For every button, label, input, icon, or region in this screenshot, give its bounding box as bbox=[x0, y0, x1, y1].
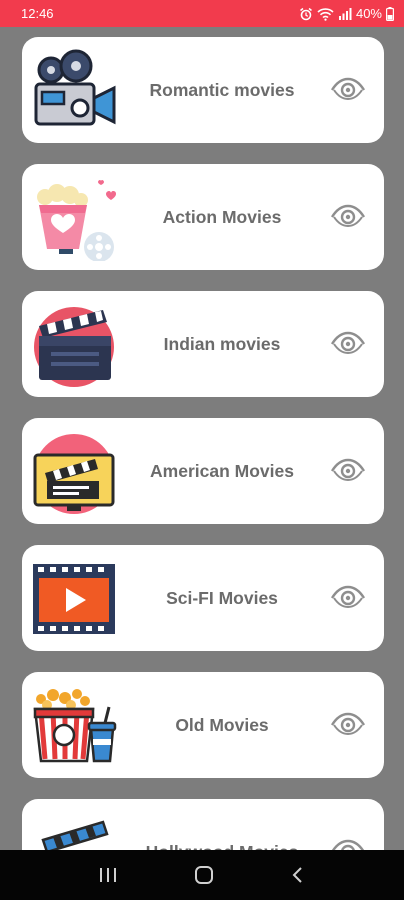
category-card-old[interactable]: Old Movies bbox=[22, 672, 384, 778]
clapperboard-icon bbox=[31, 810, 117, 850]
film-camera-icon bbox=[31, 48, 117, 134]
system-nav-bar bbox=[0, 850, 404, 900]
clapperboard-icon bbox=[31, 302, 117, 388]
view-eye-icon[interactable] bbox=[330, 76, 366, 104]
status-bar: 12:46 40% bbox=[0, 0, 404, 27]
category-card-indian[interactable]: Indian movies bbox=[22, 291, 384, 397]
popcorn-hearts-icon bbox=[31, 175, 117, 261]
home-icon[interactable] bbox=[193, 864, 215, 886]
category-card-american[interactable]: American Movies bbox=[22, 418, 384, 524]
view-eye-icon[interactable] bbox=[330, 711, 366, 739]
status-icons: 40% bbox=[299, 6, 394, 21]
back-icon[interactable] bbox=[290, 865, 306, 885]
category-label: Action Movies bbox=[162, 206, 282, 227]
category-card-action[interactable]: Action Movies bbox=[22, 164, 384, 270]
alarm-icon bbox=[300, 7, 312, 20]
category-label: Sci-FI Movies bbox=[166, 587, 278, 608]
battery-percent: 40% bbox=[355, 6, 382, 21]
wifi-icon bbox=[317, 7, 334, 21]
category-card-scifi[interactable]: Sci-FI Movies bbox=[22, 545, 384, 651]
popcorn-soda-icon bbox=[31, 683, 117, 769]
view-eye-icon[interactable] bbox=[330, 838, 366, 850]
view-eye-icon[interactable] bbox=[330, 457, 366, 485]
category-card-hollywood[interactable]: Hollywood Movies bbox=[22, 799, 384, 850]
category-label: Old Movies bbox=[175, 714, 269, 735]
movie-category-list[interactable]: Romantic movies Action Movies Indian mov… bbox=[0, 27, 404, 850]
view-eye-icon[interactable] bbox=[330, 584, 366, 612]
film-play-icon bbox=[31, 556, 117, 642]
category-label: Romantic movies bbox=[149, 79, 295, 100]
view-eye-icon[interactable] bbox=[330, 330, 366, 358]
battery-icon bbox=[386, 6, 394, 21]
recent-apps-icon[interactable] bbox=[98, 866, 118, 884]
view-eye-icon[interactable] bbox=[330, 203, 366, 231]
signal-icon bbox=[338, 7, 352, 20]
category-label: Indian movies bbox=[163, 333, 281, 354]
category-card-romantic[interactable]: Romantic movies bbox=[22, 37, 384, 143]
category-label: Hollywood Movies bbox=[122, 799, 322, 851]
category-label: American Movies bbox=[150, 460, 294, 481]
tv-clapperboard-icon bbox=[31, 429, 117, 515]
status-time: 12:46 bbox=[21, 6, 54, 21]
